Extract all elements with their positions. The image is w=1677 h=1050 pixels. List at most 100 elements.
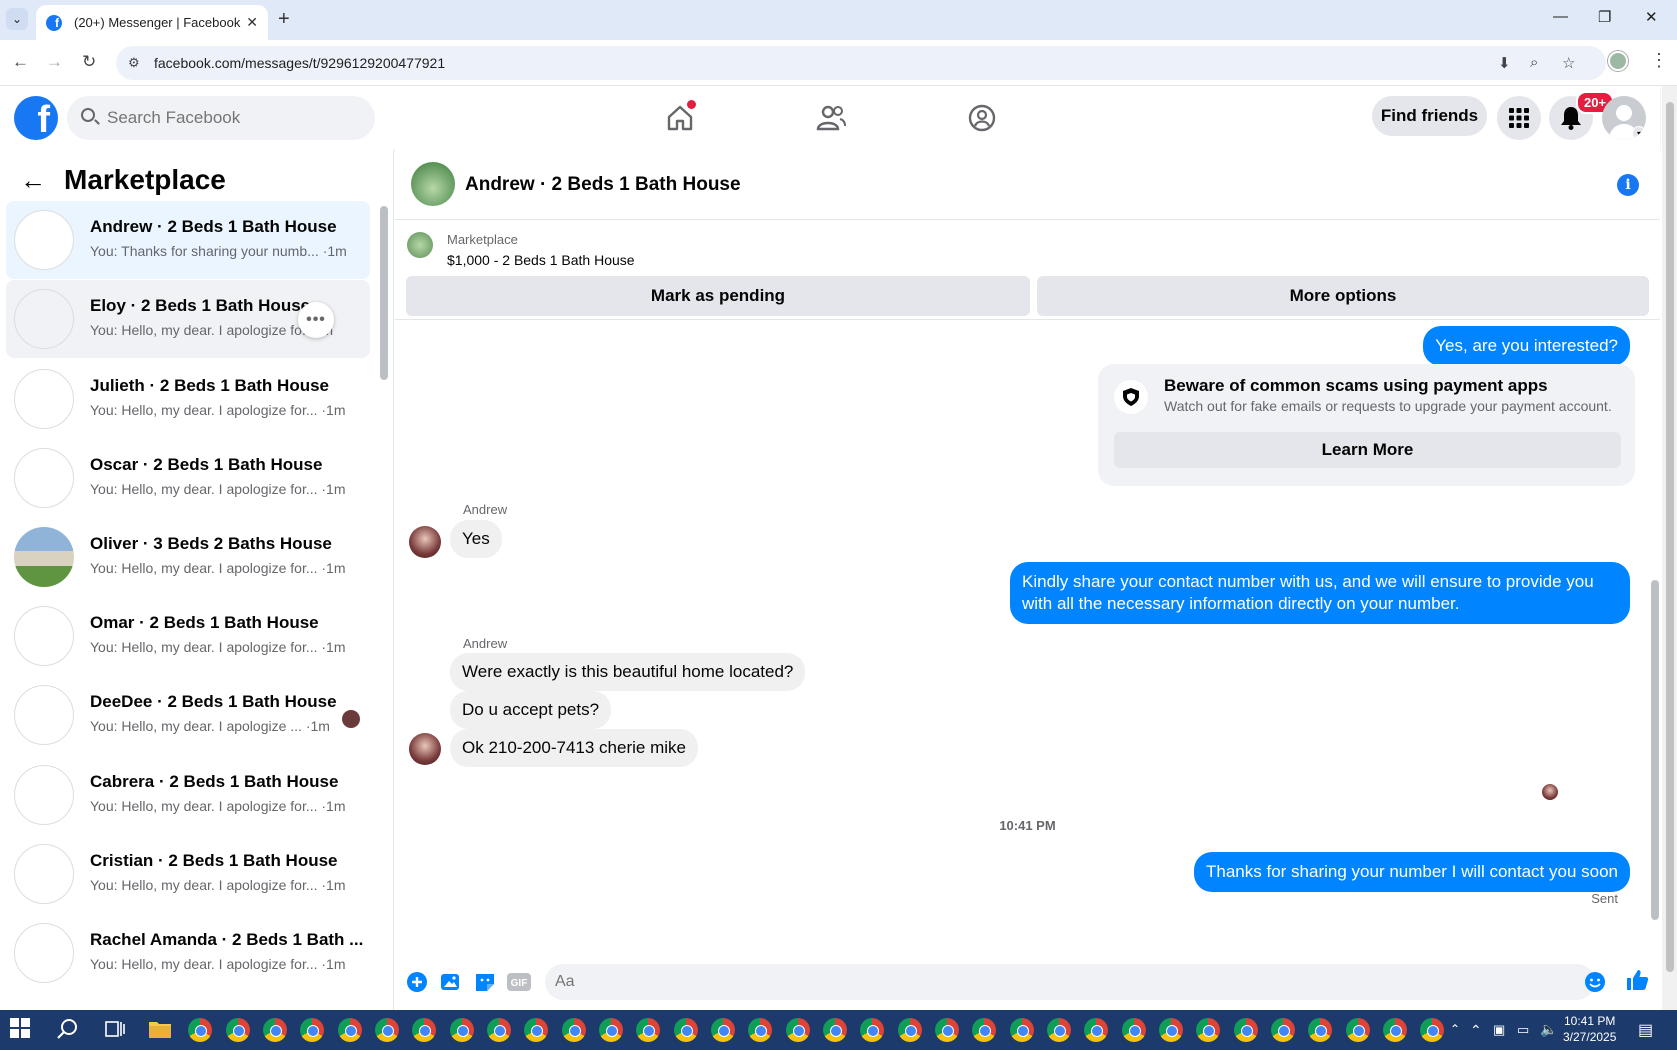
chrome-icon[interactable] <box>226 1018 250 1042</box>
new-tab-icon[interactable]: + <box>278 8 290 31</box>
chrome-icon[interactable] <box>1420 1018 1444 1042</box>
chrome-icon[interactable] <box>1383 1018 1407 1042</box>
listing-thumbnail[interactable] <box>411 162 455 206</box>
browser-menu-icon[interactable]: ⋮ <box>1650 50 1668 71</box>
volume-icon[interactable]: 🔈 <box>1540 1021 1564 1045</box>
menu-button[interactable] <box>1497 96 1541 140</box>
minimize-icon[interactable]: — <box>1553 8 1568 25</box>
conversation-item[interactable]: Rachel Amanda · 2 Beds 1 Bath ... You: H… <box>6 914 370 992</box>
groups-nav-button[interactable] <box>962 98 1002 138</box>
chrome-icon[interactable] <box>711 1018 735 1042</box>
conversation-item[interactable]: Cristian · 2 Beds 1 Bath House You: Hell… <box>6 835 370 913</box>
facebook-logo-icon[interactable]: f <box>14 96 58 140</box>
chrome-icon[interactable] <box>450 1018 474 1042</box>
chrome-icon[interactable] <box>860 1018 884 1042</box>
thumbs-up-icon[interactable] <box>1625 968 1649 999</box>
chrome-icon[interactable] <box>300 1018 324 1042</box>
chrome-icon[interactable] <box>1346 1018 1370 1042</box>
chrome-icon[interactable] <box>375 1018 399 1042</box>
chrome-icon[interactable] <box>263 1018 287 1042</box>
taskbar-search-icon[interactable] <box>56 1018 80 1042</box>
gif-icon[interactable]: GIF <box>507 970 531 994</box>
back-arrow-icon[interactable]: ← <box>20 165 46 196</box>
chrome-icon[interactable] <box>524 1018 548 1042</box>
chrome-icon[interactable] <box>823 1018 847 1042</box>
chrome-icon[interactable] <box>188 1018 212 1042</box>
more-options-icon[interactable]: ••• <box>298 302 334 338</box>
omnibox[interactable]: ⚙ facebook.com/messages/t/92961292004779… <box>116 46 1606 80</box>
tray-chevron-icon[interactable]: ⌃ <box>1470 1022 1494 1046</box>
chrome-icon[interactable] <box>412 1018 436 1042</box>
chrome-icon[interactable] <box>562 1018 586 1042</box>
chrome-icon[interactable] <box>338 1018 362 1042</box>
browser-profile-icon[interactable] <box>1608 51 1628 71</box>
search-input[interactable] <box>107 96 367 140</box>
chrome-icon[interactable] <box>1010 1018 1034 1042</box>
browser-tab-active[interactable]: f (20+) Messenger | Facebook ✕ <box>36 5 268 40</box>
chrome-icon[interactable] <box>1308 1018 1332 1042</box>
conversation-item[interactable]: DeeDee · 2 Beds 1 Bath House You: Hello,… <box>6 676 370 754</box>
chrome-icon[interactable] <box>487 1018 511 1042</box>
page-scrollbar-thumb[interactable] <box>1666 102 1674 972</box>
chrome-icon[interactable] <box>972 1018 996 1042</box>
window-close-icon[interactable]: ✕ <box>1645 8 1658 26</box>
site-info-icon[interactable]: ⚙ <box>128 55 140 71</box>
reload-icon[interactable]: ↻ <box>82 52 96 72</box>
listing-price[interactable]: $1,000 - 2 Beds 1 Bath House <box>447 252 635 268</box>
notification-center-icon[interactable]: ▤ <box>1638 1020 1662 1044</box>
find-friends-button[interactable]: Find friends <box>1372 96 1487 136</box>
photo-icon[interactable] <box>439 970 463 994</box>
chrome-icon[interactable] <box>1234 1018 1258 1042</box>
system-clock[interactable]: 10:41 PM 3/27/2025 <box>1563 1013 1616 1045</box>
chrome-icon[interactable] <box>636 1018 660 1042</box>
mark-as-pending-button[interactable]: Mark as pending <box>406 276 1030 316</box>
chrome-icon[interactable] <box>599 1018 623 1042</box>
info-icon[interactable]: i <box>1617 174 1639 196</box>
conversation-item[interactable]: Oscar · 2 Beds 1 Bath House You: Hello, … <box>6 439 370 517</box>
page-scrollbar[interactable] <box>1662 86 1677 1010</box>
learn-more-button[interactable]: Learn More <box>1114 432 1621 468</box>
tray-app-icon[interactable]: ▣ <box>1493 1022 1517 1046</box>
chat-title[interactable]: Andrew · 2 Beds 1 Bath House <box>465 174 741 196</box>
file-explorer-icon[interactable] <box>148 1018 172 1042</box>
chrome-icon[interactable] <box>1196 1018 1220 1042</box>
home-nav-button[interactable] <box>660 98 700 138</box>
message-input[interactable] <box>545 964 1595 1000</box>
back-icon[interactable]: ← <box>12 52 29 72</box>
chrome-icon[interactable] <box>1084 1018 1108 1042</box>
sticker-icon[interactable] <box>473 970 497 994</box>
conversation-item[interactable]: Oliver · 3 Beds 2 Baths House You: Hello… <box>6 518 370 596</box>
chrome-icon[interactable] <box>1271 1018 1295 1042</box>
chrome-icon[interactable] <box>1122 1018 1146 1042</box>
search-box[interactable] <box>67 96 375 140</box>
chrome-icon[interactable] <box>1047 1018 1071 1042</box>
chrome-icon[interactable] <box>935 1018 959 1042</box>
conversation-item[interactable]: Eloy · 2 Beds 1 Bath House You: Hello, m… <box>6 280 370 358</box>
chrome-icon[interactable] <box>1159 1018 1183 1042</box>
sidebar-scrollbar[interactable] <box>380 206 388 380</box>
zoom-icon[interactable]: ⌕ <box>1530 54 1538 71</box>
conversation-item[interactable]: Cabrera · 2 Beds 1 Bath House You: Hello… <box>6 756 370 834</box>
conversation-item[interactable]: Andrew · 2 Beds 1 Bath House You: Thanks… <box>6 201 370 279</box>
windows-start-icon[interactable] <box>10 1018 34 1042</box>
tab-search-button[interactable]: ⌄ <box>6 8 28 30</box>
sender-avatar[interactable] <box>409 733 441 765</box>
chrome-icon[interactable] <box>786 1018 810 1042</box>
conversation-item[interactable]: Julieth · 2 Beds 1 Bath House You: Hello… <box>6 360 370 438</box>
plus-icon[interactable] <box>405 970 429 994</box>
conversation-item[interactable]: Omar · 2 Beds 1 Bath House You: Hello, m… <box>6 597 370 675</box>
friends-nav-button[interactable] <box>811 98 851 138</box>
restore-icon[interactable]: ❐ <box>1598 8 1611 26</box>
bookmark-star-icon[interactable]: ☆ <box>1562 54 1575 72</box>
task-view-icon[interactable] <box>104 1018 128 1042</box>
chrome-icon[interactable] <box>748 1018 772 1042</box>
sender-avatar[interactable] <box>409 526 441 558</box>
emoji-icon[interactable] <box>1583 970 1607 994</box>
tab-close-icon[interactable]: ✕ <box>246 14 258 31</box>
account-avatar[interactable]: ▾ <box>1602 96 1646 140</box>
more-options-button[interactable]: More options <box>1037 276 1649 316</box>
network-icon[interactable]: ▭ <box>1517 1022 1541 1046</box>
chrome-icon[interactable] <box>674 1018 698 1042</box>
install-app-icon[interactable]: ⬇ <box>1498 54 1511 72</box>
forward-icon[interactable]: → <box>46 52 63 72</box>
